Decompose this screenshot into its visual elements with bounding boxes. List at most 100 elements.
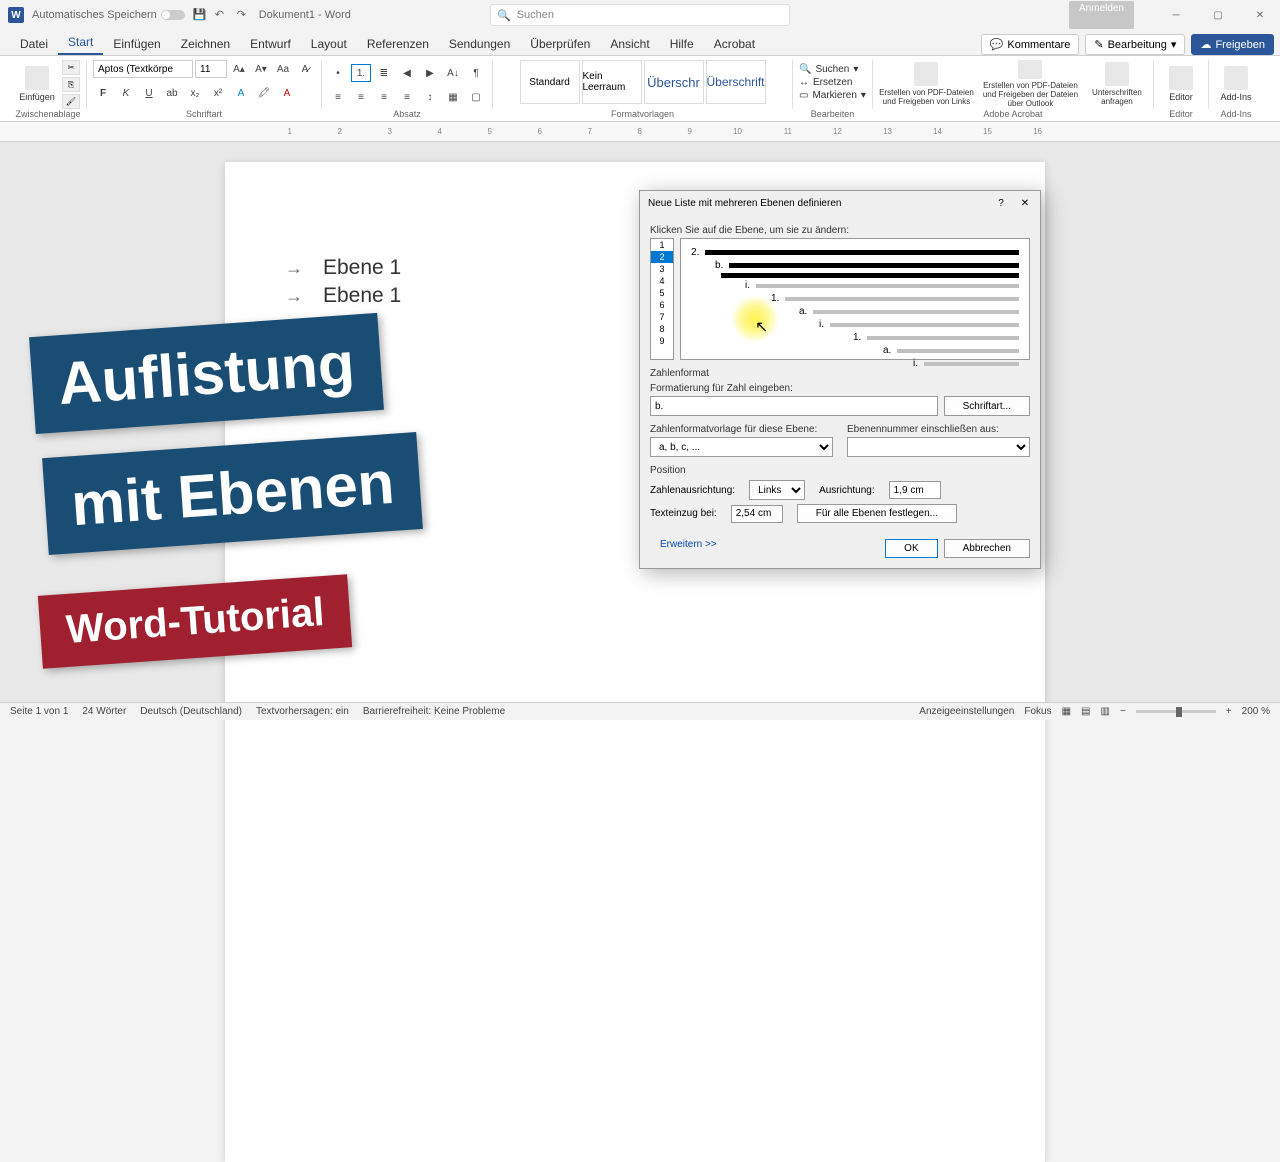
- select-button[interactable]: ▭ Markieren ▾: [799, 90, 866, 101]
- bold-icon[interactable]: F: [93, 84, 113, 102]
- minimize-icon[interactable]: ─: [1156, 1, 1196, 29]
- indent-spinner[interactable]: 2,54 cm: [731, 505, 783, 523]
- shading-icon[interactable]: ▦: [443, 88, 463, 106]
- redo-icon[interactable]: ↷: [237, 8, 251, 22]
- style-h1[interactable]: Überschr: [644, 60, 704, 104]
- tab-ansicht[interactable]: Ansicht: [600, 33, 659, 55]
- style-nospacing[interactable]: Kein Leerraum: [582, 60, 642, 104]
- show-marks-icon[interactable]: ¶: [466, 64, 486, 82]
- copy-icon[interactable]: ⎘: [62, 77, 80, 92]
- acrobat-link-button[interactable]: Erstellen von PDF-Dateien und Freigeben …: [879, 60, 974, 108]
- font-size-combo[interactable]: 11: [195, 60, 227, 78]
- clear-format-icon[interactable]: A̷: [295, 60, 315, 78]
- editor-button[interactable]: Editor: [1160, 60, 1202, 108]
- tab-sendungen[interactable]: Sendungen: [439, 33, 520, 55]
- horizontal-ruler[interactable]: 1 2 3 4 5 6 7 8 9 10 11 12 13 14 15 16: [0, 122, 1280, 142]
- save-icon[interactable]: 💾: [193, 8, 207, 22]
- include-level-select[interactable]: [847, 437, 1030, 457]
- tab-zeichnen[interactable]: Zeichnen: [171, 33, 240, 55]
- display-settings[interactable]: Anzeigeeinstellungen: [919, 706, 1014, 717]
- align-center-icon[interactable]: ≡: [351, 88, 371, 106]
- justify-icon[interactable]: ≡: [397, 88, 417, 106]
- number-format-input[interactable]: [650, 396, 938, 416]
- font-color-icon[interactable]: A: [277, 84, 297, 102]
- change-case-icon[interactable]: Aa: [273, 60, 293, 78]
- tab-layout[interactable]: Layout: [301, 33, 357, 55]
- shrink-font-icon[interactable]: A▾: [251, 60, 271, 78]
- level-8[interactable]: 8: [651, 323, 673, 335]
- style-h2[interactable]: Überschrift: [706, 60, 766, 104]
- ok-button[interactable]: OK: [885, 539, 937, 558]
- level-4[interactable]: 4: [651, 275, 673, 287]
- bullets-icon[interactable]: •: [328, 64, 348, 82]
- underline-icon[interactable]: U: [139, 84, 159, 102]
- signature-button[interactable]: Unterschriften anfragen: [1087, 60, 1147, 108]
- font-name-combo[interactable]: Aptos (Textkörpe: [93, 60, 193, 78]
- tab-entwurf[interactable]: Entwurf: [240, 33, 301, 55]
- level-2[interactable]: 2: [651, 251, 673, 263]
- tab-acrobat[interactable]: Acrobat: [704, 33, 765, 55]
- grow-font-icon[interactable]: A▴: [229, 60, 249, 78]
- style-standard[interactable]: Standard: [520, 60, 580, 104]
- login-button[interactable]: Anmelden: [1069, 1, 1134, 29]
- multilevel-icon[interactable]: ≣: [374, 64, 394, 82]
- italic-icon[interactable]: K: [116, 84, 136, 102]
- level-1[interactable]: 1: [651, 239, 673, 251]
- format-painter-icon[interactable]: 🖌: [62, 94, 80, 109]
- zoom-level[interactable]: 200 %: [1242, 706, 1270, 717]
- dialog-close-icon[interactable]: ✕: [1018, 198, 1032, 209]
- word-count[interactable]: 24 Wörter: [82, 706, 126, 717]
- all-levels-button[interactable]: Für alle Ebenen festlegen...: [797, 504, 957, 523]
- view-read-icon[interactable]: ▤: [1081, 706, 1090, 717]
- find-button[interactable]: 🔍 Suchen ▾: [799, 64, 866, 75]
- focus-mode[interactable]: Fokus: [1024, 706, 1051, 717]
- tab-hilfe[interactable]: Hilfe: [660, 33, 704, 55]
- strike-icon[interactable]: ab: [162, 84, 182, 102]
- close-icon[interactable]: ✕: [1240, 1, 1280, 29]
- maximize-icon[interactable]: ▢: [1198, 1, 1238, 29]
- alignat-spinner[interactable]: 1,9 cm: [889, 481, 941, 499]
- page-status[interactable]: Seite 1 von 1: [10, 706, 68, 717]
- acrobat-outlook-button[interactable]: Erstellen von PDF-Dateien und Freigeben …: [978, 60, 1083, 108]
- view-web-icon[interactable]: ▥: [1101, 706, 1110, 717]
- share-button[interactable]: ☁ Freigeben: [1191, 34, 1274, 55]
- cancel-button[interactable]: Abbrechen: [944, 539, 1030, 558]
- text-effects-icon[interactable]: A: [231, 84, 251, 102]
- align-left-icon[interactable]: ≡: [328, 88, 348, 106]
- editing-mode-button[interactable]: ✎ Bearbeitung ▾: [1085, 34, 1185, 55]
- level-3[interactable]: 3: [651, 263, 673, 275]
- zoom-out-icon[interactable]: −: [1120, 706, 1126, 717]
- toggle-switch-icon[interactable]: [161, 10, 185, 20]
- undo-icon[interactable]: ↶: [215, 8, 229, 22]
- comments-button[interactable]: 💬 Kommentare: [981, 34, 1080, 55]
- number-style-select[interactable]: a, b, c, ...: [650, 437, 833, 457]
- tab-ueberpruefen[interactable]: Überprüfen: [520, 33, 600, 55]
- search-input[interactable]: 🔍 Suchen: [490, 4, 790, 26]
- level-5[interactable]: 5: [651, 287, 673, 299]
- highlight-icon[interactable]: 🖍: [254, 84, 274, 102]
- subscript-icon[interactable]: x₂: [185, 84, 205, 102]
- language-status[interactable]: Deutsch (Deutschland): [140, 706, 242, 717]
- accessibility-status[interactable]: Barrierefreiheit: Keine Probleme: [363, 706, 505, 717]
- zoom-in-icon[interactable]: +: [1226, 706, 1232, 717]
- line-spacing-icon[interactable]: ↕: [420, 88, 440, 106]
- expand-button[interactable]: Erweitern >>: [660, 539, 717, 558]
- view-print-icon[interactable]: ▦: [1062, 706, 1071, 717]
- autosave-toggle[interactable]: Automatisches Speichern: [32, 9, 185, 21]
- align-right-icon[interactable]: ≡: [374, 88, 394, 106]
- dec-indent-icon[interactable]: ◀: [397, 64, 417, 82]
- tab-start[interactable]: Start: [58, 31, 103, 55]
- inc-indent-icon[interactable]: ▶: [420, 64, 440, 82]
- tab-datei[interactable]: Datei: [10, 33, 58, 55]
- paste-button[interactable]: Einfügen: [16, 60, 58, 108]
- level-listbox[interactable]: 1 2 3 4 5 6 7 8 9: [650, 238, 674, 360]
- help-icon[interactable]: ?: [994, 198, 1008, 209]
- alignment-select[interactable]: Links: [749, 480, 805, 500]
- level-9[interactable]: 9: [651, 335, 673, 347]
- borders-icon[interactable]: ▢: [466, 88, 486, 106]
- cut-icon[interactable]: ✂: [62, 60, 80, 75]
- sort-icon[interactable]: A↓: [443, 64, 463, 82]
- zoom-slider[interactable]: [1136, 710, 1216, 713]
- font-button[interactable]: Schriftart...: [944, 396, 1030, 416]
- tab-referenzen[interactable]: Referenzen: [357, 33, 439, 55]
